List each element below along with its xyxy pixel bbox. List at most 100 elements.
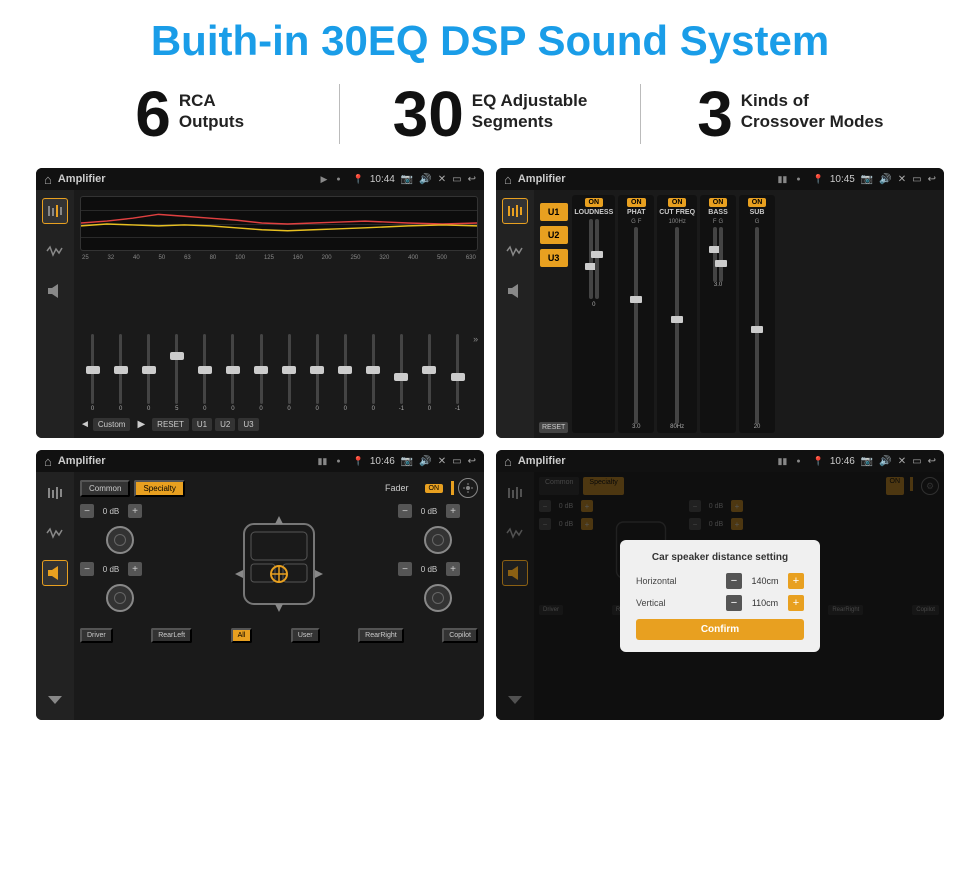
slider-track-4[interactable] <box>203 334 206 404</box>
fader-all-btn[interactable]: All <box>231 628 253 643</box>
amp-u2-btn[interactable]: U2 <box>540 226 568 244</box>
fader-on-badge[interactable]: ON <box>425 484 444 493</box>
horizontal-plus-btn[interactable]: + <box>788 573 804 589</box>
eq-slider-2[interactable]: 0 <box>136 266 161 412</box>
slider-track-0[interactable] <box>91 334 94 404</box>
sidebar-speaker-icon[interactable] <box>42 278 68 304</box>
eq-play-button[interactable]: ▶ <box>133 417 149 432</box>
eq-slider-11[interactable]: -1 <box>389 266 414 412</box>
fader-settings-icon[interactable] <box>458 478 478 498</box>
fader-specialty-tab[interactable]: Specialty <box>134 480 184 497</box>
amp-slider-bass-2[interactable] <box>719 227 723 282</box>
amp-on-phat[interactable]: ON <box>627 198 646 207</box>
freq-32: 32 <box>108 255 115 261</box>
slider-expand-icon[interactable]: » <box>473 334 478 344</box>
fader-minus-tl[interactable]: − <box>80 504 94 518</box>
eq-slider-8[interactable]: 0 <box>305 266 330 412</box>
sidebar-speaker-icon-2[interactable] <box>502 278 528 304</box>
eq-slider-3[interactable]: 5 <box>164 266 189 412</box>
eq-prev-button[interactable]: ◄ <box>80 419 90 430</box>
amp-on-cutfreq[interactable]: ON <box>668 198 687 207</box>
sidebar-wave-icon-2[interactable] <box>502 238 528 264</box>
bars-icon-3: ▮▮ <box>317 456 327 467</box>
screen-content-1: 25 32 40 50 63 80 100 125 160 200 250 32… <box>36 190 484 438</box>
fader-user-btn[interactable]: User <box>291 628 320 643</box>
amp-slider-sub[interactable] <box>755 227 759 424</box>
slider-track-9[interactable] <box>344 334 347 404</box>
amp-slider-loudness-2[interactable] <box>595 219 599 299</box>
eq-custom-button[interactable]: Custom <box>93 418 131 431</box>
dot-icon-3: ● <box>336 458 340 465</box>
amp-slider-phat[interactable] <box>634 227 638 424</box>
confirm-button[interactable]: Confirm <box>636 619 804 640</box>
vol-icon-4: 🔊 <box>879 456 891 467</box>
horizontal-minus-btn[interactable]: − <box>726 573 742 589</box>
amp-on-loudness[interactable]: ON <box>585 198 604 207</box>
car-svg <box>229 504 329 624</box>
vertical-plus-btn[interactable]: + <box>788 595 804 611</box>
sidebar-eq-icon-3[interactable] <box>42 480 68 506</box>
slider-track-2[interactable] <box>147 334 150 404</box>
freq-40: 40 <box>133 255 140 261</box>
slider-track-13[interactable] <box>456 334 459 404</box>
sidebar-arrow-icon-3[interactable] <box>42 686 68 712</box>
slider-track-7[interactable] <box>288 334 291 404</box>
sidebar-eq-icon-2[interactable] <box>502 198 528 224</box>
eq-slider-6[interactable]: 0 <box>248 266 273 412</box>
amp-on-bass[interactable]: ON <box>709 198 728 207</box>
slider-track-10[interactable] <box>372 334 375 404</box>
fader-plus-tr[interactable]: + <box>446 504 460 518</box>
amp-u1-btn[interactable]: U1 <box>540 203 568 221</box>
fader-minus-br[interactable]: − <box>398 562 412 576</box>
fader-plus-br[interactable]: + <box>446 562 460 576</box>
eq-u1-button[interactable]: U1 <box>192 418 212 431</box>
fader-plus-bl[interactable]: + <box>128 562 142 576</box>
sidebar-2 <box>496 190 534 438</box>
fader-minus-bl[interactable]: − <box>80 562 94 576</box>
slider-track-11[interactable] <box>400 334 403 404</box>
eq-slider-4[interactable]: 0 <box>192 266 217 412</box>
page-wrapper: Buith-in 30EQ DSP Sound System 6 RCA Out… <box>0 0 980 730</box>
slider-track-3[interactable] <box>175 334 178 404</box>
slider-track-12[interactable] <box>428 334 431 404</box>
amp-on-sub[interactable]: ON <box>748 198 767 207</box>
amp-slider-cutfreq[interactable] <box>675 227 679 424</box>
sidebar-wave-icon-3[interactable] <box>42 520 68 546</box>
fader-driver-btn[interactable]: Driver <box>80 628 113 643</box>
fader-minus-tr[interactable]: − <box>398 504 412 518</box>
fader-common-tab[interactable]: Common <box>80 480 130 497</box>
freq-250: 250 <box>350 255 360 261</box>
amp-slider-bass-1[interactable] <box>713 227 717 282</box>
eq-slider-12[interactable]: 0 <box>417 266 442 412</box>
fader-plus-tl[interactable]: + <box>128 504 142 518</box>
eq-slider-13[interactable]: -1 <box>445 266 470 412</box>
eq-u3-button[interactable]: U3 <box>238 418 258 431</box>
amp-reset-btn[interactable]: RESET <box>539 422 568 433</box>
slider-track-5[interactable] <box>231 334 234 404</box>
vertical-minus-btn[interactable]: − <box>726 595 742 611</box>
eq-slider-1[interactable]: 0 <box>108 266 133 412</box>
eq-u2-button[interactable]: U2 <box>215 418 235 431</box>
amp-slider-loudness-1[interactable] <box>589 219 593 299</box>
fader-rearright-btn[interactable]: RearRight <box>358 628 404 643</box>
eq-slider-10[interactable]: 0 <box>361 266 386 412</box>
eq-slider-7[interactable]: 0 <box>277 266 302 412</box>
eq-slider-9[interactable]: 0 <box>333 266 358 412</box>
screen-eq: ⌂ Amplifier ▶ ● 📍 10:44 📷 🔊 ✕ ▭ ↩ <box>36 168 484 438</box>
eq-reset-button[interactable]: RESET <box>152 418 189 431</box>
sidebar-eq-icon[interactable] <box>42 198 68 224</box>
slider-track-8[interactable] <box>316 334 319 404</box>
fader-copilot-btn[interactable]: Copilot <box>442 628 478 643</box>
fader-rearleft-btn[interactable]: RearLeft <box>151 628 192 643</box>
amp-u3-btn[interactable]: U3 <box>540 249 568 267</box>
slider-track-6[interactable] <box>260 334 263 404</box>
sidebar-wave-icon[interactable] <box>42 238 68 264</box>
sidebar-speaker-icon-3[interactable] <box>42 560 68 586</box>
stat-divider-1 <box>339 84 340 144</box>
play-icon-1: ▶ <box>320 174 327 185</box>
eq-slider-0[interactable]: 0 <box>80 266 105 412</box>
slider-track-1[interactable] <box>119 334 122 404</box>
stat-crossover: 3 Kinds of Crossover Modes <box>651 82 930 146</box>
eq-slider-5[interactable]: 0 <box>220 266 245 412</box>
fader-bottom-buttons: Driver RearLeft All User RearRight Copil… <box>80 628 478 643</box>
